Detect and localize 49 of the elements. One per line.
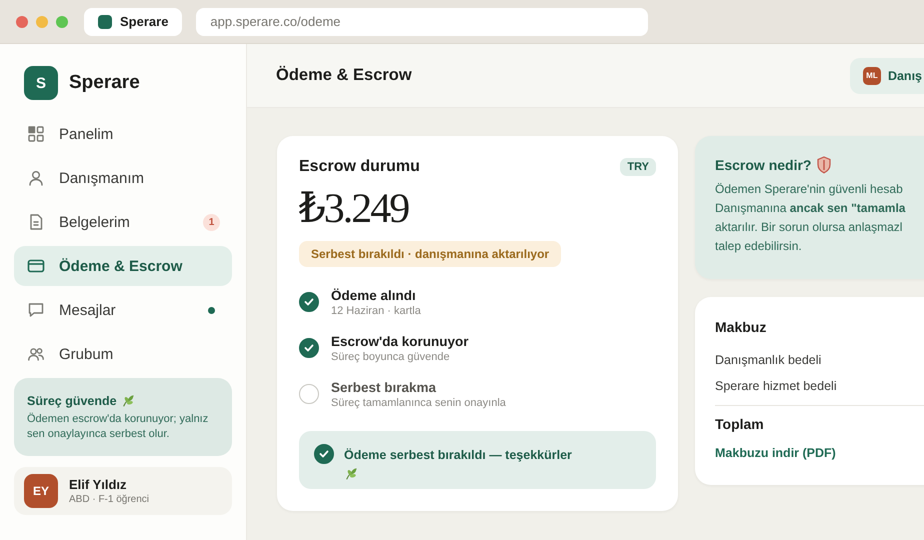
nav-item[interactable]: Panelim: [14, 114, 232, 154]
card-icon: [27, 257, 45, 275]
step-title: Serbest bırakma: [331, 380, 438, 394]
nav-item[interactable]: Grubum: [14, 334, 232, 374]
card-title: Escrow durumu: [299, 158, 420, 176]
receipt-line: Sperare hizmet bedeli: [715, 378, 838, 395]
download-link[interactable]: Makbuzu indir (PDF): [715, 446, 836, 460]
nav-item[interactable]: Belgelerim 1: [14, 202, 232, 242]
user-name: Elif Yıldız: [69, 477, 128, 492]
step-subtitle: Süreç boyunca güvende: [331, 350, 451, 362]
nav-item[interactable]: Ödeme & Escrow: [14, 246, 232, 286]
info-text: Ödemen Sperare'nin güvenli hesab Danışmanına ancak sen "tamamla aktarılır. Bir sorun olursa anlaşmazl talep edebilirsin.: [715, 181, 906, 255]
advisor-button[interactable]: ML Danış: [850, 58, 924, 94]
check-icon: [314, 444, 334, 464]
step-subtitle: 12 Haziran · kartla: [331, 304, 421, 316]
nav-item[interactable]: Danışmanım: [14, 158, 232, 198]
avatar: ML: [862, 66, 881, 84]
group-icon: [27, 345, 45, 363]
address-bar[interactable]: app.sperare.co/odeme: [196, 8, 648, 36]
nav-item[interactable]: Mesajlar: [14, 290, 232, 330]
favicon-icon: [98, 14, 112, 28]
minimize-button[interactable]: [36, 16, 48, 28]
logo-icon: S: [24, 66, 58, 100]
card-title: Süreç güvende: [27, 394, 117, 408]
card-title: Makbuz: [715, 319, 768, 335]
page-title: Ödeme & Escrow: [276, 66, 412, 85]
user-icon: [27, 169, 45, 187]
amount: ₺3.249: [299, 185, 410, 234]
step-title: Ödeme alındı: [331, 288, 417, 302]
status-badge: Serbest bırakıldı · danışmanına aktarılıyor: [299, 241, 562, 267]
brand-name: Sperare: [69, 72, 140, 94]
count-badge: 1: [203, 214, 220, 230]
close-button[interactable]: [16, 16, 28, 28]
card-title: Escrow nedir?: [715, 157, 812, 173]
step-title: Escrow'da korunuyor: [331, 334, 468, 348]
browser-tab[interactable]: Sperare: [84, 8, 182, 36]
step-subtitle: Süreç tamamlanınca senin onayınla: [331, 396, 506, 408]
avatar: EY: [24, 474, 58, 508]
user-card[interactable]: EY Elif Yıldız ABD · F-1 öğrenci: [14, 467, 232, 515]
grid-icon: [27, 125, 45, 143]
total-label: Toplam: [715, 416, 765, 432]
currency-badge: TRY: [620, 158, 656, 176]
shield-icon: [816, 156, 832, 174]
confirmation-text: Ödeme serbest bırakıldı — teşekkürler: [344, 447, 572, 464]
maximize-button[interactable]: [56, 16, 68, 28]
receipt-line: Danışmanlık bedeli: [715, 352, 822, 369]
user-subtitle: ABD · F-1 öğrenci: [69, 494, 150, 505]
card-text: Ödemen escrow'da korunuyor; yalnız sen onaylayınca serbest olur.: [27, 412, 210, 442]
chat-icon: [27, 301, 45, 319]
